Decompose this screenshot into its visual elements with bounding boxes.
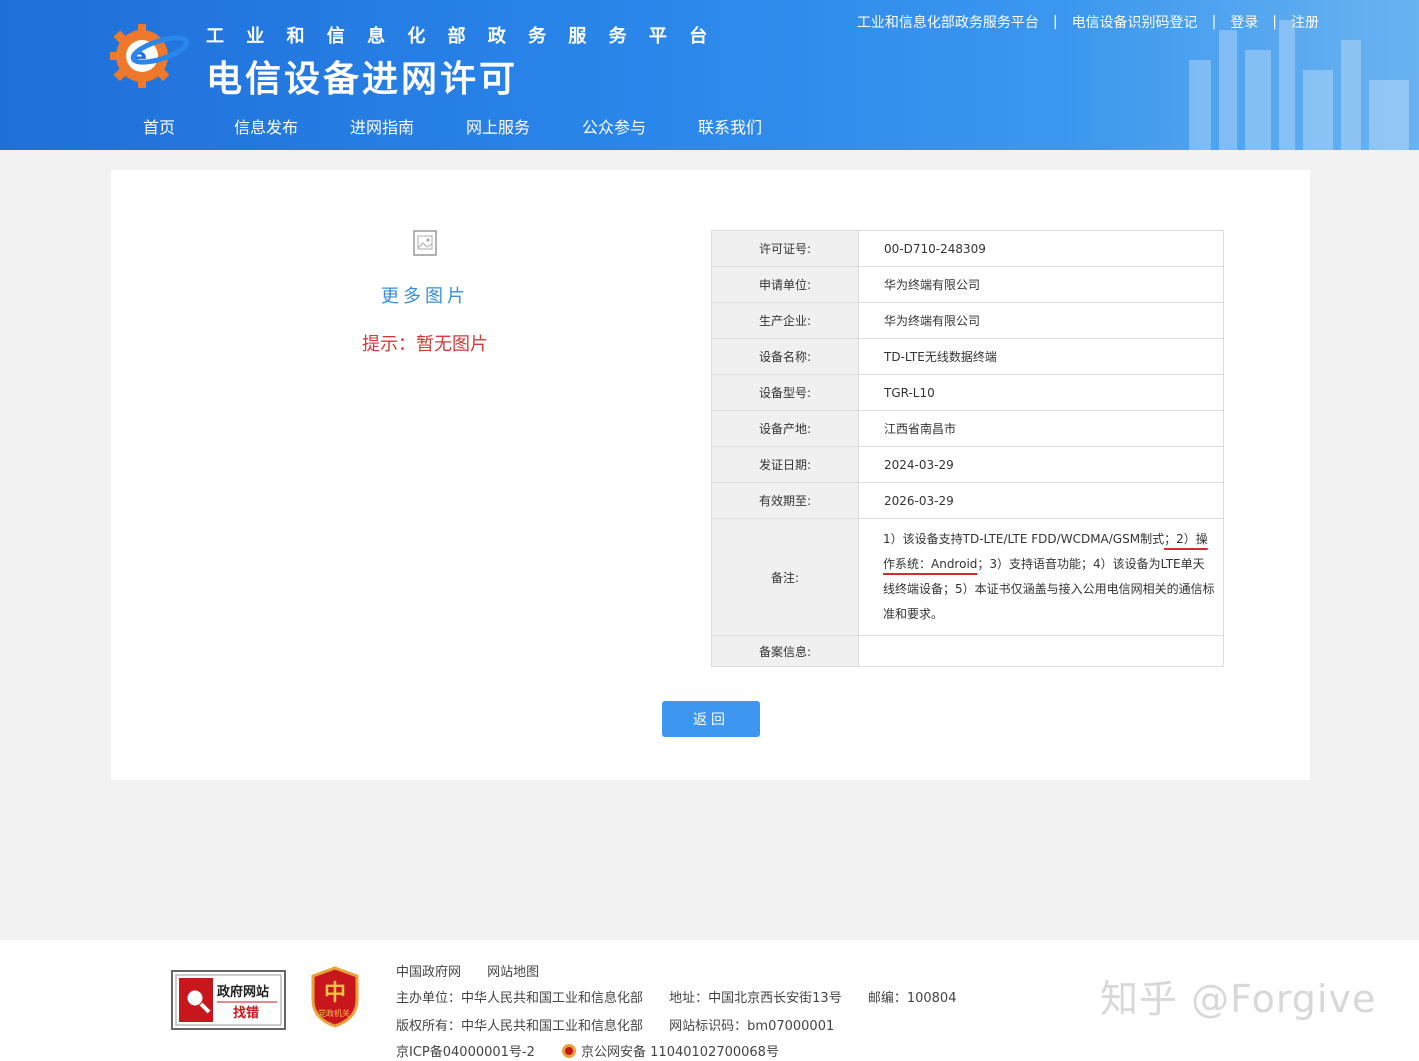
field-label: 许可证号: [711, 230, 859, 267]
watermark: 知乎 @Forgive [1100, 977, 1377, 1021]
top-link-imei-register[interactable]: 电信设备识别码登记 [1072, 12, 1198, 32]
remarks-part: 1）该设备支持TD-LTE/LTE FDD/WCDMA/GSM制式 [883, 532, 1165, 546]
origin: 江西省南昌市 [858, 410, 1224, 447]
nav-home[interactable]: 首页 [110, 114, 208, 138]
mii-logo-icon: e [110, 24, 190, 88]
issue-date: 2024-03-29 [858, 446, 1224, 483]
table-row: 备注: 1）该设备支持TD-LTE/LTE FDD/WCDMA/GSM制式；2）… [711, 518, 1224, 636]
table-row: 设备型号: TGR-L10 [711, 374, 1224, 411]
party-govt-badge[interactable]: 中 党政机关 [309, 966, 361, 1028]
top-links: 工业和信息化部政务服务平台 | 电信设备识别码登记 | 登录 | 注册 [857, 12, 1319, 32]
remarks-text: 1）该设备支持TD-LTE/LTE FDD/WCDMA/GSM制式；2）操作系统… [858, 518, 1224, 636]
footer-address: 地址：中国北京西长安街13号 [669, 991, 842, 1006]
separator: | [1052, 14, 1058, 30]
table-row: 许可证号: 00-D710-248309 [711, 230, 1224, 267]
footer-host: 主办单位：中华人民共和国工业和信息化部 [396, 991, 644, 1006]
table-row: 发证日期: 2024-03-29 [711, 446, 1224, 483]
badge-find-line2: 找错 [233, 1005, 259, 1021]
police-emblem-icon [562, 1044, 577, 1058]
expiry-date: 2026-03-29 [858, 482, 1224, 519]
footer-line: 主办单位：中华人民共和国工业和信息化部 地址：中国北京西长安街13号 邮编：10… [396, 987, 978, 1006]
footer-links: 中国政府网 网站地图 [396, 961, 561, 980]
site-title: 电信设备进网许可 [206, 59, 519, 100]
applicant: 华为终端有限公司 [858, 266, 1224, 303]
table-row: 设备产地: 江西省南昌市 [711, 410, 1224, 447]
separator: | [1272, 14, 1277, 30]
footer-link-sitemap[interactable]: 网站地图 [487, 965, 539, 980]
broken-image-icon [413, 230, 437, 256]
svg-text:中: 中 [324, 981, 346, 1006]
site-footer: 政府网站 找错 中 党政机关 中国政府网 网站地图 主办单位：中华人民共和国工业… [0, 940, 1419, 1061]
login-link[interactable]: 登录 [1230, 12, 1258, 32]
field-label: 生产企业: [711, 302, 859, 339]
badge-find-line1: 政府网站 [217, 984, 269, 1000]
nav-contact[interactable]: 联系我们 [672, 114, 788, 138]
license-details-table: 许可证号: 00-D710-248309 申请单位: 华为终端有限公司 生产企业… [711, 230, 1224, 667]
nav-guide[interactable]: 进网指南 [324, 114, 440, 138]
separator: | [1211, 14, 1217, 30]
nav-online-service[interactable]: 网上服务 [440, 114, 556, 138]
nav-public-participation[interactable]: 公众参与 [556, 114, 672, 138]
field-label: 有效期至: [711, 482, 859, 519]
badge-party-label: 党政机关 [318, 1008, 350, 1018]
no-picture-hint: 提示：暂无图片 [362, 334, 488, 355]
footer-postcode: 邮编：100804 [867, 991, 957, 1006]
license-number: 00-D710-248309 [858, 230, 1224, 267]
table-row: 生产企业: 华为终端有限公司 [711, 302, 1224, 339]
table-row: 申请单位: 华为终端有限公司 [711, 266, 1224, 303]
back-button[interactable]: 返回 [662, 701, 760, 737]
footer-link-gov[interactable]: 中国政府网 [396, 965, 461, 980]
top-link-platform[interactable]: 工业和信息化部政务服务平台 [857, 12, 1039, 32]
icp-link[interactable]: 京ICP备04000001号-2 [396, 1045, 535, 1060]
device-model: TGR-L10 [858, 374, 1224, 411]
field-label: 备案信息: [711, 635, 859, 667]
footer-line: 京ICP备04000001号-2 京公网安备 11040102700068号 [396, 1041, 801, 1060]
table-row: 设备名称: TD-LTE无线数据终端 [711, 338, 1224, 375]
site-header: e 工 业 和 信 息 化 部 政 务 服 务 平 台 电信设备进网许可 工业和… [0, 0, 1419, 150]
footer-line: 版权所有：中华人民共和国工业和信息化部 网站标识码：bm07000001 [396, 1015, 856, 1034]
main-nav: 首页 信息发布 进网指南 网上服务 公众参与 联系我们 [110, 114, 788, 138]
table-row: 备案信息: [711, 635, 1224, 667]
police-record-link[interactable]: 京公网安备 11040102700068号 [561, 1044, 801, 1060]
manufacturer: 华为终端有限公司 [858, 302, 1224, 339]
field-label: 发证日期: [711, 446, 859, 483]
device-name: TD-LTE无线数据终端 [858, 338, 1224, 375]
field-label: 设备产地: [711, 410, 859, 447]
filing-info [858, 635, 1224, 667]
register-link[interactable]: 注册 [1291, 12, 1319, 32]
detail-card: 更多图片 提示：暂无图片 许可证号: 00-D710-248309 申请单位: … [111, 170, 1310, 780]
nav-news[interactable]: 信息发布 [208, 114, 324, 138]
error-report-icon: 政府网站 找错 [175, 974, 282, 1026]
more-pictures-link[interactable]: 更多图片 [362, 282, 488, 308]
footer-copyright: 版权所有：中华人民共和国工业和信息化部 [396, 1019, 644, 1034]
field-label: 备注: [711, 518, 859, 636]
field-label: 设备名称: [711, 338, 859, 375]
police-record-text: 京公网安备 11040102700068号 [581, 1045, 779, 1060]
field-label: 申请单位: [711, 266, 859, 303]
footer-site-id: 网站标识码：bm07000001 [669, 1019, 835, 1034]
party-govt-icon: 中 党政机关 [311, 966, 359, 1028]
gov-site-error-report-badge[interactable]: 政府网站 找错 [171, 970, 286, 1030]
field-label: 设备型号: [711, 374, 859, 411]
platform-subtitle: 工 业 和 信 息 化 部 政 务 服 务 平 台 [206, 26, 716, 47]
table-row: 有效期至: 2026-03-29 [711, 482, 1224, 519]
